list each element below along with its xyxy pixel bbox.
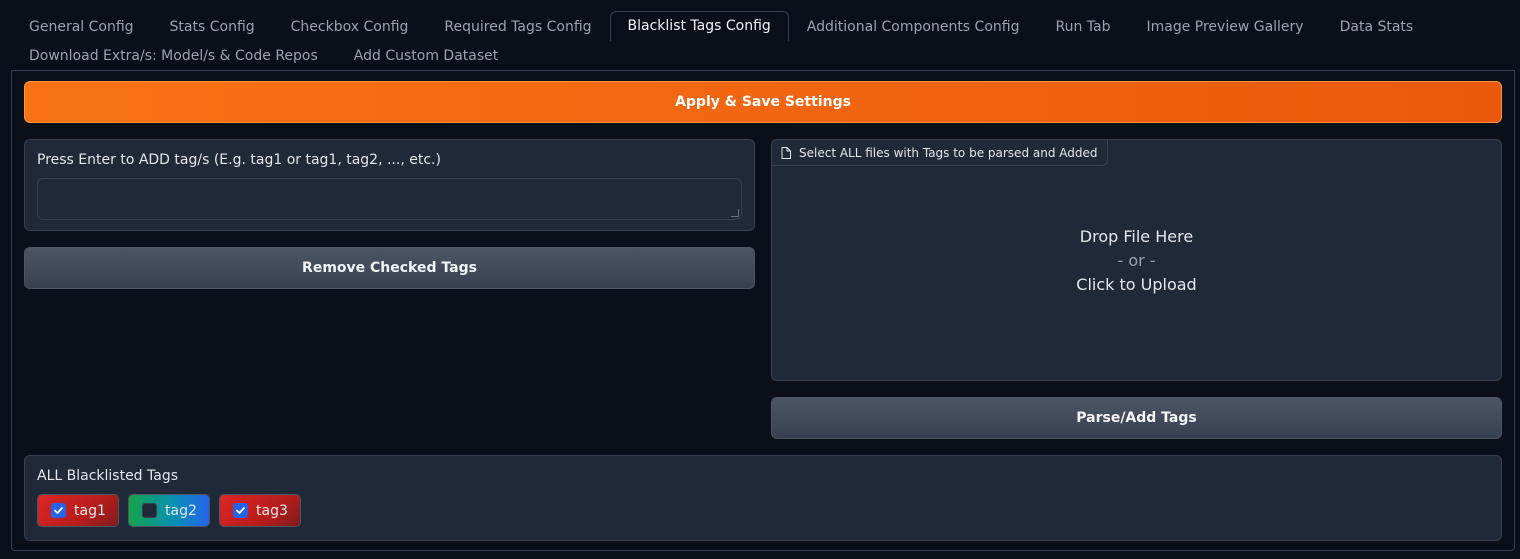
add-tag-input[interactable]: [37, 178, 742, 220]
tag3-label: tag3: [256, 502, 288, 519]
tab-additional-components-config[interactable]: Additional Components Config: [789, 12, 1038, 41]
checkmark-icon: [236, 507, 245, 514]
tab-data-stats[interactable]: Data Stats: [1322, 12, 1432, 41]
tab-checkbox-config[interactable]: Checkbox Config: [273, 12, 427, 41]
tab-run[interactable]: Run Tab: [1037, 12, 1128, 41]
tag3-checkbox[interactable]: [233, 503, 248, 518]
remove-checked-tags-button[interactable]: Remove Checked Tags: [24, 247, 755, 289]
click-to-upload-text: Click to Upload: [1076, 275, 1197, 294]
tab-download-extras[interactable]: Download Extra/s: Model/s & Code Repos: [11, 41, 336, 70]
tag-chip-tag1[interactable]: tag1: [37, 494, 119, 527]
blacklisted-tags-checkbox-group: ALL Blacklisted Tags tag1 tag2 tag3: [24, 455, 1502, 541]
tab-image-preview-gallery[interactable]: Image Preview Gallery: [1128, 12, 1321, 41]
tab-general-config[interactable]: General Config: [11, 12, 152, 41]
file-upload-label: Select ALL files with Tags to be parsed …: [772, 140, 1108, 166]
drop-file-text: Drop File Here: [1079, 227, 1194, 246]
apply-save-settings-button[interactable]: Apply & Save Settings: [24, 81, 1502, 123]
tab-blacklist-tags-config[interactable]: Blacklist Tags Config: [609, 11, 789, 41]
add-tag-label: Press Enter to ADD tag/s (E.g. tag1 or t…: [37, 152, 441, 168]
tab-required-tags-config[interactable]: Required Tags Config: [426, 12, 609, 41]
file-icon: [781, 146, 791, 159]
parse-add-tags-button[interactable]: Parse/Add Tags: [771, 397, 1502, 439]
add-tag-textbox-block: Press Enter to ADD tag/s (E.g. tag1 or t…: [24, 139, 755, 231]
tab-add-custom-dataset[interactable]: Add Custom Dataset: [336, 41, 516, 70]
checkmark-icon: [54, 507, 63, 514]
tab-panel-blacklist-tags: Apply & Save Settings Press Enter to ADD…: [11, 70, 1515, 551]
resize-handle-icon[interactable]: [731, 209, 739, 217]
blacklisted-tags-label: ALL Blacklisted Tags: [37, 468, 179, 484]
tab-bar-row-1: General Config Stats Config Checkbox Con…: [11, 11, 1432, 41]
drop-instructions: Drop File Here - or - Click to Upload: [772, 225, 1501, 297]
tag-chip-tag3[interactable]: tag3: [219, 494, 301, 527]
tag-chip-tag2[interactable]: tag2: [128, 494, 210, 527]
file-upload-dropzone[interactable]: Select ALL files with Tags to be parsed …: [771, 139, 1502, 381]
tab-bar-row-2: Download Extra/s: Model/s & Code Repos A…: [11, 41, 516, 70]
tag2-checkbox[interactable]: [142, 503, 157, 518]
tab-stats-config[interactable]: Stats Config: [152, 12, 273, 41]
tag2-label: tag2: [165, 502, 197, 519]
file-upload-label-text: Select ALL files with Tags to be parsed …: [799, 145, 1098, 160]
tag-chip-list: tag1 tag2 tag3: [37, 494, 301, 527]
tag1-label: tag1: [74, 502, 106, 519]
tag1-checkbox[interactable]: [51, 503, 66, 518]
or-separator-text: - or -: [1117, 251, 1156, 270]
